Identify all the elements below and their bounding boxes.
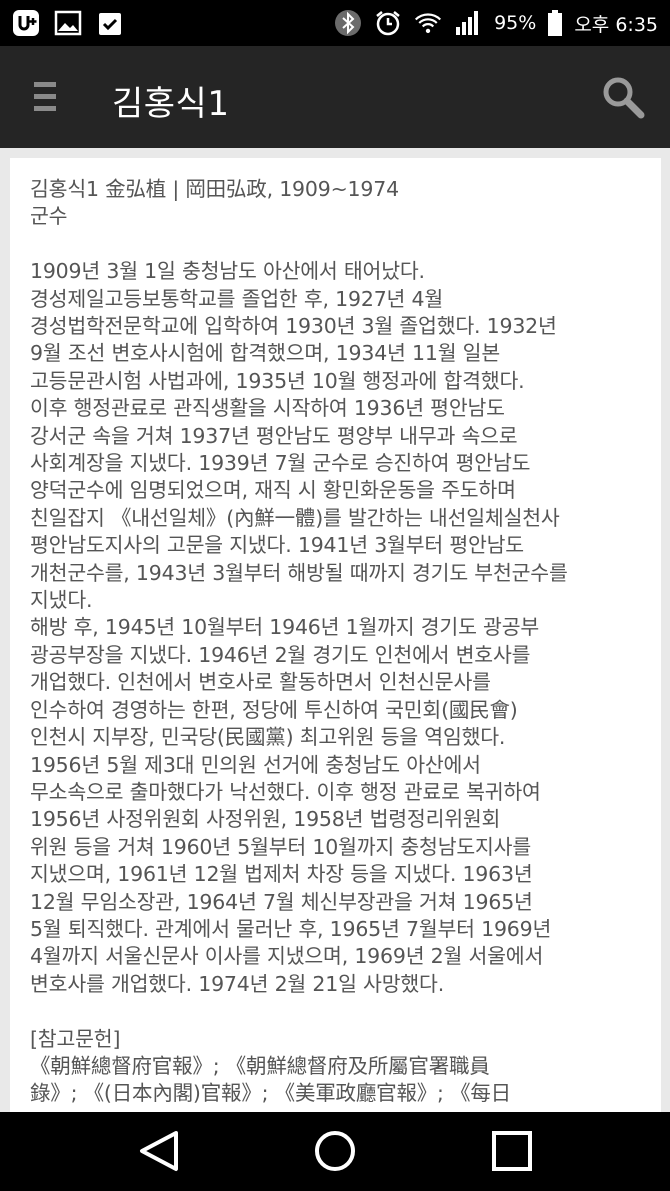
navigation-bar [0, 1112, 670, 1191]
reference-line: 錄》; 《(日本內閣)官報》; 《美軍政廳官報》; 《每日 [30, 1081, 511, 1106]
article-card[interactable]: 김홍식1 金弘植 | 岡田弘政, 1909~1974 군수 1909년 3월 1일 … [10, 158, 661, 1112]
u-plus-icon [13, 10, 39, 36]
article-line: 1956년 5월 제3대 민의원 선거에 충청남도 아산에서 [30, 752, 481, 777]
article-line: 4월까지 서울신문사 이사를 지냈으며, 1969년 2월 서울에서 [30, 944, 544, 969]
article-line: 위원 등을 거쳐 1960년 5월부터 10월까지 충청남도지사를 [30, 834, 531, 859]
wifi-icon [415, 13, 442, 34]
status-bar: 95% 오후 6:35 [0, 0, 670, 46]
article-line: 이후 행정관료로 관직생활을 시작하여 1936년 평안남도 [30, 396, 505, 421]
battery-icon [548, 10, 563, 36]
back-triangle-icon[interactable] [136, 1128, 182, 1174]
alarm-icon [376, 11, 400, 36]
clock: 오후 6:35 [574, 13, 658, 36]
article-line: 해방 후, 1945년 10월부터 1946년 1월까지 경기도 광공부 [30, 615, 540, 640]
article-line: 지냈으며, 1961년 12월 법제처 차장 등을 지냈다. 1963년 [30, 862, 533, 887]
article-line: 1909년 3월 1일 충청남도 아산에서 태어났다. [30, 259, 425, 284]
article-line: 무소속으로 출마했다가 낙선했다. 이후 행정 관료로 복귀하여 [30, 779, 541, 804]
references-list: 《朝鮮總督府官報》; 《朝鮮總督府及所屬官署職員 錄》; 《(日本內閣)官報》; … [30, 1053, 648, 1108]
article-line: 1956년 사정위원회 사정위원, 1958년 법령정리위원회 [30, 807, 501, 832]
article-line: 인수하여 경영하는 한편, 정당에 투신하여 국민회(國民會) [30, 697, 518, 722]
article-line: 강서군 속을 거쳐 1937년 평안남도 평양부 내무과 속으로 [30, 423, 518, 448]
article-text: 김홍식1 金弘植 | 岡田弘政, 1909~1974 군수 1909년 3월 1일 … [30, 176, 648, 1108]
article-line: 5월 퇴직했다. 관계에서 물러난 후, 1965년 7월부터 1969년 [30, 916, 552, 941]
article-line: 사회계장을 지냈다. 1939년 7월 군수로 승진하여 평안남도 [30, 451, 531, 476]
page-title: 김홍식1 [112, 84, 230, 124]
article-line: 지냈다. [30, 588, 93, 613]
article-line: 평안남도지사의 고문을 지냈다. 1941년 3월부터 평안남도 [30, 533, 524, 558]
home-circle-icon[interactable] [312, 1128, 358, 1174]
app-bar: 김홍식1 [0, 46, 670, 148]
article-line: 인천시 지부장, 민국당(民國黨) 최고위원 등을 역임했다. [30, 725, 506, 750]
search-icon[interactable] [600, 74, 646, 120]
recents-square-icon[interactable] [489, 1128, 535, 1174]
article-line: 친일잡지 《내선일체》(內鮮一體)를 발간하는 내선일체실천사 [30, 505, 560, 530]
article-line: 고등문관시험 사법과에, 1935년 10월 행정과에 합격했다. [30, 368, 525, 393]
article-line: 광공부장을 지냈다. 1946년 2월 경기도 인천에서 변호사를 [30, 642, 531, 667]
system-status: 95% 오후 6:35 [334, 0, 658, 46]
article-line: 12월 무임소장관, 1964년 7월 체신부장관을 거쳐 1965년 [30, 889, 533, 914]
article-line: 변호사를 개업했다. 1974년 2월 21일 사망했다. [30, 971, 445, 996]
article-line: 경성제일고등보통학교를 졸업한 후, 1927년 4월 [30, 286, 444, 311]
article-occupation: 군수 [30, 204, 68, 229]
article-line: 양덕군수에 임명되었으며, 재직 시 황민화운동을 주도하며 [30, 478, 516, 503]
article-body: 1909년 3월 1일 충청남도 아산에서 태어났다. 경성제일고등보통학교를 졸… [30, 258, 648, 998]
notification-icons [12, 9, 124, 37]
battery-percent: 95% [494, 12, 537, 34]
article-line: 9월 조선 변호사시험에 합격했으며, 1934년 11월 일본 [30, 341, 500, 366]
references-heading: [참고문헌] [30, 1026, 121, 1051]
signal-icon [456, 11, 479, 35]
reference-line: 《朝鮮總督府官報》; 《朝鮮總督府及所屬官署職員 [30, 1053, 490, 1078]
hamburger-menu-icon[interactable] [34, 82, 56, 112]
gallery-icon [54, 10, 82, 36]
article-line: 개천군수를, 1943년 3월부터 해방될 때까지 경기도 부천군수를 [30, 560, 568, 585]
article-line: 경성법학전문학교에 입학하여 1930년 3월 졸업했다. 1932년 [30, 314, 557, 339]
article-heading: 김홍식1 金弘植 | 岡田弘政, 1909~1974 [30, 177, 399, 201]
article-line: 개업했다. 인천에서 변호사로 활동하면서 인천신문사를 [30, 670, 491, 695]
clipboard-check-icon [99, 13, 121, 35]
bluetooth-icon [335, 10, 362, 36]
